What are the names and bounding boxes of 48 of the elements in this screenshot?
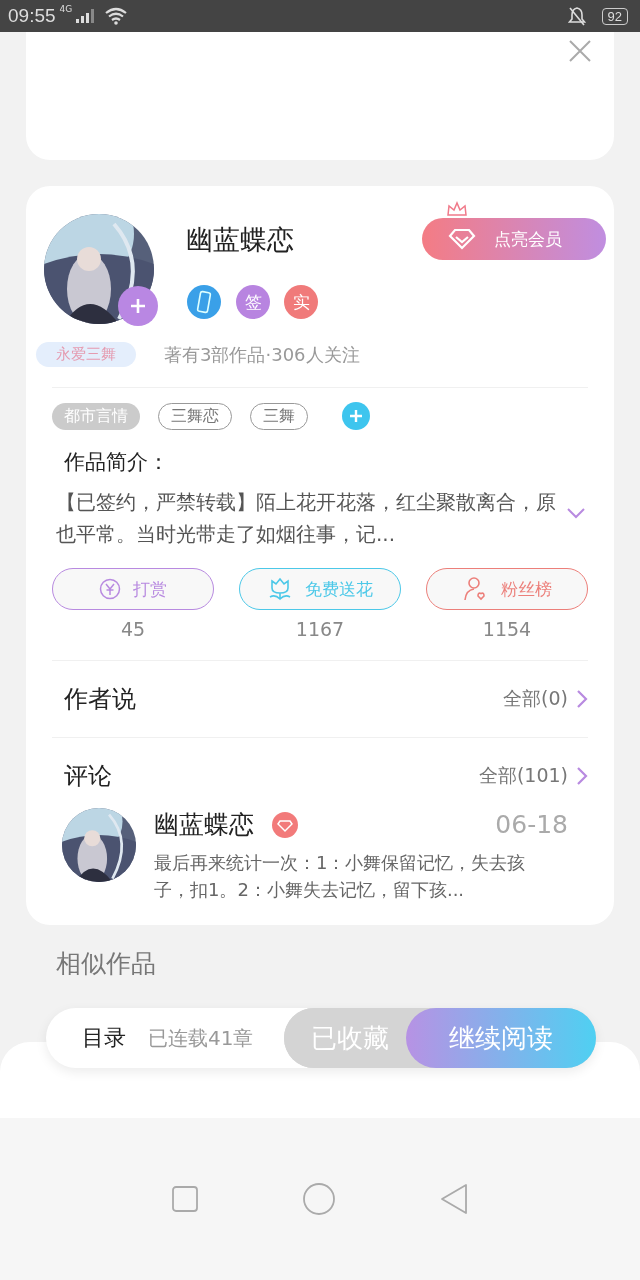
network-label: 4G: [59, 4, 73, 14]
author-badge: 实: [284, 285, 318, 319]
chapter-count: 已连载41章: [148, 1024, 254, 1052]
chevron-right-icon[interactable]: [576, 689, 588, 709]
author-badge: 签: [236, 285, 270, 319]
flower-icon: [267, 577, 293, 601]
view-all-link[interactable]: 全部(0): [503, 686, 568, 712]
comment-date: 06-18: [495, 810, 568, 839]
crown-icon: [446, 200, 468, 218]
action-button[interactable]: 免费送花: [239, 568, 401, 610]
phone-badge-icon: [186, 284, 222, 320]
status-time: 09:55: [8, 5, 56, 27]
chevron-down-icon[interactable]: [566, 507, 586, 519]
square-icon[interactable]: [172, 1186, 199, 1212]
comment-username: 幽蓝蝶恋: [154, 809, 254, 841]
close-icon[interactable]: [568, 39, 592, 63]
section-title: 作者说: [64, 684, 137, 715]
author-stats: 著有3部作品·306人关注: [164, 342, 360, 367]
section-title: 评论: [64, 761, 113, 792]
action-count: 45: [120, 618, 146, 640]
back-triangle-icon[interactable]: [439, 1183, 468, 1215]
yen-coin-icon: [99, 578, 121, 600]
action-button[interactable]: 粉丝榜: [426, 568, 588, 610]
signal-icon: [76, 9, 95, 23]
fan-tag: 永爱三舞: [36, 342, 136, 367]
diamond-icon: [448, 228, 476, 250]
section-title: 相似作品: [56, 948, 157, 980]
follow-button[interactable]: [118, 286, 158, 326]
bell-off-icon: [567, 6, 586, 26]
author-name: 幽蓝蝶恋: [186, 223, 295, 257]
action-count: 1154: [482, 618, 532, 640]
synopsis-title: 作品简介：: [64, 449, 170, 476]
add-tag-button[interactable]: [342, 402, 370, 430]
action-button[interactable]: 打赏: [52, 568, 214, 610]
view-all-link[interactable]: 全部(101): [478, 763, 568, 789]
chevron-right-icon[interactable]: [576, 766, 588, 786]
plus-icon: [350, 410, 362, 422]
diamond-badge-icon: [272, 811, 298, 838]
plus-icon: [131, 299, 145, 313]
action-count: 1167: [295, 618, 345, 640]
wifi-icon: [104, 7, 129, 25]
synopsis-text: 【已签约，严禁转载】陌上花开花落，红尘聚散离合，原也平常。当时光带走了如烟往事，记...: [56, 489, 556, 548]
battery-indicator: 92: [601, 7, 628, 25]
vip-button[interactable]: 点亮会员: [422, 218, 606, 260]
circle-icon[interactable]: [303, 1183, 335, 1215]
comment-text: 最后再来统计一次：1：小舞保留记忆，失去孩子，扣1。2：小舞失去记忆，留下孩...: [154, 851, 527, 902]
continue-reading-button[interactable]: 继续阅读: [406, 1008, 596, 1068]
catalog-link[interactable]: 目录: [82, 1023, 126, 1053]
